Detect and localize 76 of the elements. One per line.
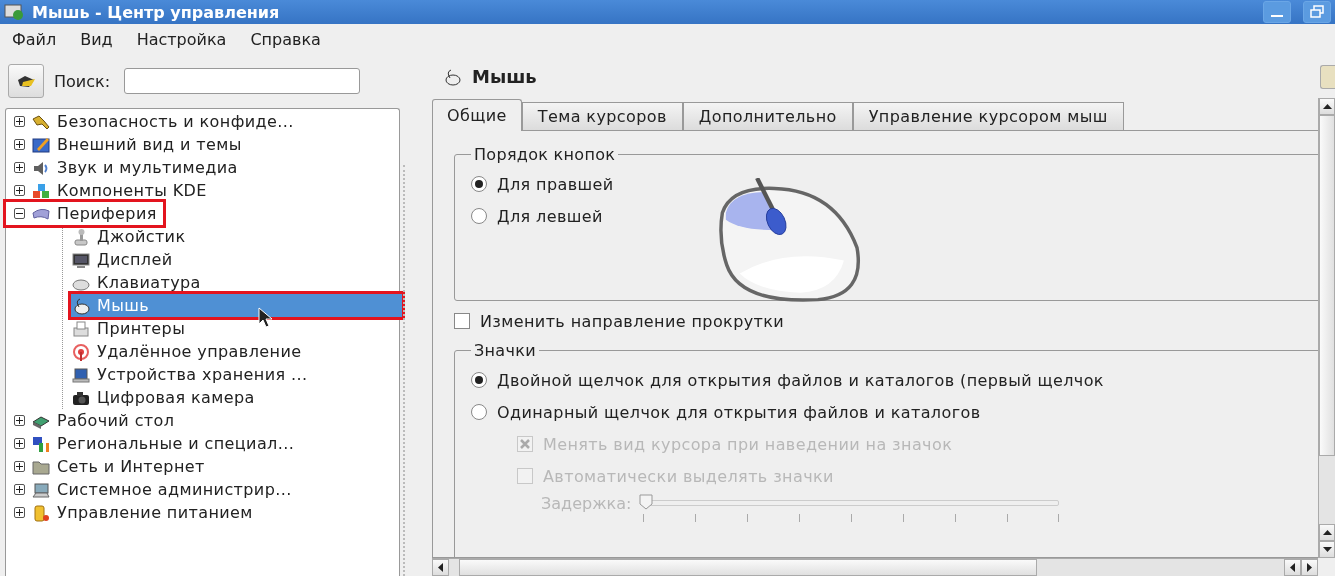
- joystick-icon: [71, 227, 91, 246]
- expand-icon[interactable]: [14, 116, 25, 127]
- radio-button[interactable]: [471, 372, 487, 388]
- tree-item[interactable]: Клавиатура: [71, 271, 207, 294]
- mouse-icon: [442, 67, 462, 86]
- restore-icon[interactable]: [1310, 5, 1324, 19]
- tree-item[interactable]: Безопасность и конфиде...: [6, 110, 300, 133]
- monitor-icon: [71, 250, 91, 269]
- mouse-pointer-icon: [258, 307, 274, 329]
- radio-button[interactable]: [471, 404, 487, 420]
- expand-icon[interactable]: [14, 507, 25, 518]
- tree-item[interactable]: Региональные и специал...: [6, 432, 301, 455]
- group-title: Значки: [473, 341, 537, 360]
- tab[interactable]: Общие: [432, 99, 522, 131]
- tree-item[interactable]: Периферия: [6, 202, 163, 225]
- menu-item[interactable]: Вид: [80, 30, 113, 49]
- tree-item[interactable]: Рабочий стол: [6, 409, 181, 432]
- tree-item[interactable]: Принтеры: [71, 317, 192, 340]
- expand-icon[interactable]: [14, 185, 25, 196]
- tree-item[interactable]: Сеть и Интернет: [6, 455, 211, 478]
- scroll-up-icon[interactable]: [1319, 98, 1335, 115]
- collapse-icon[interactable]: [14, 208, 25, 219]
- flag-icon: [31, 434, 51, 453]
- tab[interactable]: Управление курсором мыш: [852, 102, 1124, 130]
- scrollbar-thumb[interactable]: [1319, 115, 1335, 456]
- expand-icon[interactable]: [14, 162, 25, 173]
- scrollbar-thumb[interactable]: [459, 559, 1037, 576]
- menu-item[interactable]: Файл: [12, 30, 57, 49]
- option-label: Двойной щелчок для открытия файлов и каталогов (первый щелчок: [497, 370, 1104, 390]
- expand-icon[interactable]: [14, 415, 25, 426]
- computer-icon: [31, 480, 51, 499]
- option-label: Для левшей: [497, 206, 603, 226]
- tree-item[interactable]: Звук и мультимедиа: [6, 156, 244, 179]
- menu-item[interactable]: Справка: [250, 30, 321, 49]
- scroll-left-icon[interactable]: [432, 559, 449, 576]
- scroll-up-icon[interactable]: [1319, 524, 1335, 541]
- expand-icon[interactable]: [14, 438, 25, 449]
- scroll-down-icon[interactable]: [1319, 541, 1335, 558]
- panel-title: Мышь: [472, 66, 538, 87]
- search-label: Поиск:: [54, 71, 111, 91]
- window-title: Мышь - Центр управления: [32, 2, 281, 22]
- signal-icon: [71, 342, 91, 361]
- tree-item[interactable]: Цифровая камера: [71, 386, 261, 409]
- tree-item[interactable]: Устройства хранения ...: [71, 363, 314, 386]
- scroll-right-icon[interactable]: [1301, 559, 1318, 576]
- expand-icon[interactable]: [14, 139, 25, 150]
- printer-icon: [71, 319, 91, 338]
- paintbrush-icon: [31, 135, 51, 154]
- option-label: Для правшей: [497, 174, 614, 194]
- search-field[interactable]: [124, 68, 361, 94]
- clear-button[interactable]: [8, 64, 44, 98]
- expand-icon[interactable]: [14, 461, 25, 472]
- tree-item[interactable]: Управление питанием: [6, 501, 259, 524]
- expand-icon[interactable]: [14, 484, 25, 495]
- tree-item[interactable]: Системное администрир...: [6, 478, 298, 501]
- mouse-icon: [71, 296, 91, 315]
- group-title: Порядок кнопок: [473, 145, 617, 164]
- tree-item[interactable]: Дисплей: [71, 248, 179, 271]
- minimize-button[interactable]: [1263, 1, 1291, 23]
- tree-item[interactable]: Джойстик: [71, 225, 192, 248]
- menu-item[interactable]: Настройка: [136, 30, 227, 49]
- tab[interactable]: Дополнительно: [682, 102, 853, 130]
- option-label: Изменить направление прокрутки: [480, 311, 785, 331]
- option-label: Одинарный щелчок для открытия файлов и каталогов: [497, 402, 981, 422]
- tree-item[interactable]: Внешний вид и темы: [6, 133, 248, 156]
- tab[interactable]: Тема курсоров: [521, 102, 683, 130]
- battery-icon: [31, 503, 51, 522]
- blocks-icon: [31, 181, 51, 200]
- radio-button[interactable]: [471, 176, 487, 192]
- tree-item[interactable]: Компоненты KDE: [6, 179, 213, 202]
- tree-item[interactable]: Удалённое управление: [71, 340, 308, 363]
- scroll-left-icon[interactable]: [1284, 559, 1301, 576]
- laptop-icon: [71, 365, 91, 384]
- checkbox[interactable]: [454, 313, 470, 329]
- app-icon: [4, 3, 24, 21]
- radio-button[interactable]: [471, 208, 487, 224]
